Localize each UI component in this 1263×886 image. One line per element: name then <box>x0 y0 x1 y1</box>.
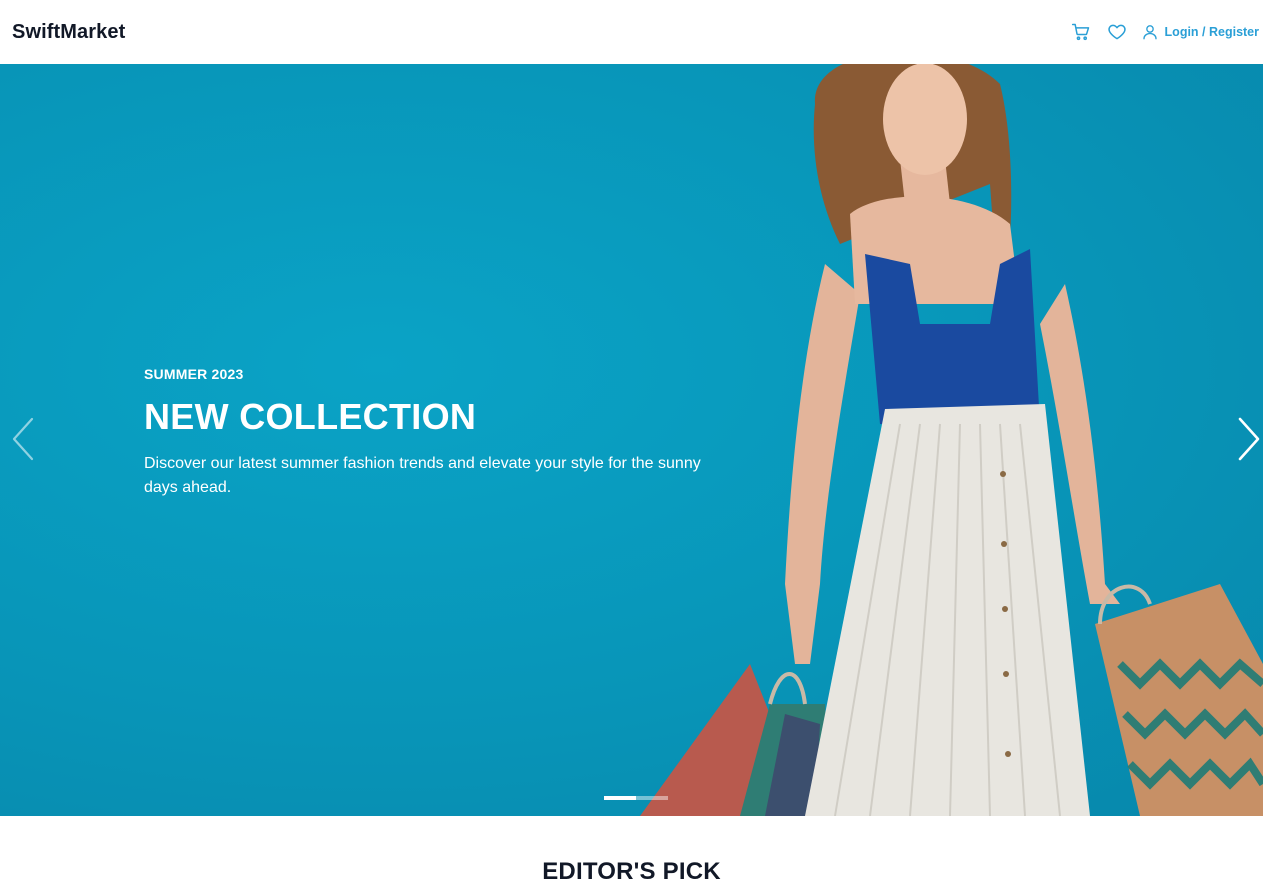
site-header: SwiftMarket Login / Register <box>0 0 1263 64</box>
wishlist-button[interactable] <box>1099 14 1135 50</box>
carousel-next-button[interactable] <box>1233 414 1263 464</box>
hero-description: Discover our latest summer fashion trend… <box>144 455 701 496</box>
hero-title: NEW COLLECTION <box>144 396 477 437</box>
carousel-indicators <box>604 796 668 800</box>
hero-carousel: SUMMER 2023 NEW COLLECTION Discover our … <box>0 64 1263 816</box>
carousel-dot-2[interactable] <box>636 796 668 800</box>
hero-model-image <box>640 64 1263 816</box>
brand-logo[interactable]: SwiftMarket <box>12 21 125 44</box>
login-register-link[interactable]: Login / Register <box>1141 23 1259 41</box>
cart-button[interactable] <box>1063 14 1099 50</box>
user-icon <box>1142 25 1157 40</box>
login-register-label: Login / Register <box>1164 25 1259 39</box>
hero-text-block: SUMMER 2023 NEW COLLECTION Discover our … <box>144 366 704 500</box>
carousel-prev-button[interactable] <box>9 414 39 464</box>
carousel-dot-1[interactable] <box>604 796 636 800</box>
chevron-right-icon <box>1238 417 1260 461</box>
heart-icon <box>1107 24 1126 40</box>
cart-icon <box>1071 23 1089 41</box>
hero-eyebrow: SUMMER 2023 <box>144 366 244 382</box>
header-actions: Login / Register <box>1063 14 1259 50</box>
editors-pick-title: EDITOR'S PICK <box>542 858 721 885</box>
chevron-left-icon <box>12 417 34 461</box>
